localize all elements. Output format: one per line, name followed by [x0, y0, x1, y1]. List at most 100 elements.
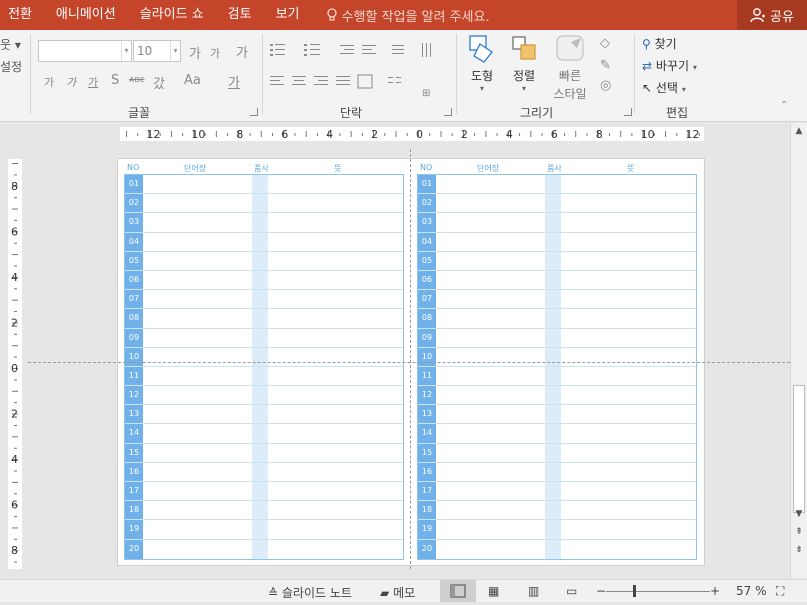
- row-number: 09: [418, 328, 436, 347]
- comments-button[interactable]: ▰ 메모: [380, 584, 415, 601]
- share-button[interactable]: 공유: [737, 0, 807, 30]
- underline-button[interactable]: 가: [88, 74, 98, 90]
- shrink-font-button[interactable]: 가: [210, 45, 220, 61]
- scroll-up-arrow-icon[interactable]: ▲: [791, 124, 807, 138]
- previous-slide-icon[interactable]: ⇞: [791, 525, 807, 539]
- ruler-tick: [361, 133, 363, 136]
- ruler-tick: [541, 133, 543, 136]
- tell-me-box[interactable]: 수행할 작업을 알려 주세요.: [312, 6, 490, 25]
- reading-view-icon[interactable]: ▥: [528, 584, 539, 598]
- tab-slideshow[interactable]: 슬라이드 쇼: [128, 0, 216, 30]
- vertical-scrollbar[interactable]: ▲ ▼ ⇞ ⇟: [790, 123, 807, 579]
- column-header-meaning: 뜻: [627, 164, 635, 173]
- row-number: 05: [125, 251, 143, 270]
- clear-format-button[interactable]: 가: [236, 42, 248, 61]
- shape-fill-icon[interactable]: ◇: [600, 36, 610, 51]
- row-number: 01: [125, 175, 143, 194]
- quick-styles-label-2: 스타일: [553, 87, 587, 101]
- zoom-slider-thumb[interactable]: [633, 585, 636, 597]
- table-row: 03: [125, 213, 403, 233]
- replace-button[interactable]: ⇄ 바꾸기 ▾: [642, 57, 697, 74]
- ruler-label: 2: [11, 316, 18, 329]
- font-size-combo[interactable]: 10 ▾: [133, 40, 181, 62]
- slide-sorter-view-icon[interactable]: ▦: [488, 584, 499, 598]
- chevron-down-icon[interactable]: ▾: [121, 41, 131, 61]
- ruler-label: 4: [506, 128, 513, 141]
- table-row: 18: [125, 501, 403, 521]
- paragraph-dialog-launcher-icon[interactable]: [444, 108, 452, 116]
- table-row: 09: [125, 328, 403, 348]
- next-slide-icon[interactable]: ⇟: [791, 543, 807, 557]
- row-number: 08: [125, 309, 143, 328]
- ruler-tick: [14, 516, 17, 518]
- ribbon-tab-bar: 전환 애니메이션 슬라이드 쇼 검토 보기 수행할 작업을 알려 주세요. 공유: [0, 0, 807, 30]
- pos-cell: [252, 175, 268, 194]
- layout-button[interactable]: 웃 ▾: [0, 36, 21, 53]
- drawing-dialog-launcher-icon[interactable]: [624, 108, 632, 116]
- row-number: 08: [418, 309, 436, 328]
- tab-transitions[interactable]: 전환: [0, 0, 44, 30]
- zoom-in-button[interactable]: +: [710, 584, 720, 598]
- bold-button[interactable]: 가: [44, 74, 54, 90]
- ruler-tick: [227, 133, 229, 136]
- zoom-out-button[interactable]: −: [596, 584, 606, 598]
- scroll-thumb[interactable]: [793, 385, 805, 513]
- char-spacing-button[interactable]: 갔: [153, 73, 165, 92]
- shapes-button[interactable]: 도형 ▾: [464, 34, 500, 93]
- scroll-down-arrow-icon[interactable]: ▼: [791, 507, 807, 521]
- row-number: 04: [125, 232, 143, 251]
- tab-animations[interactable]: 애니메이션: [44, 0, 128, 30]
- font-color-button[interactable]: 가: [228, 72, 240, 91]
- find-button[interactable]: ⚲ 찾기: [642, 35, 677, 52]
- pos-cell: [545, 539, 561, 559]
- strikethrough-button[interactable]: ᴀʙᴄ: [129, 75, 145, 85]
- table-row: 02: [418, 194, 696, 214]
- list-buttons-icon[interactable]: [270, 42, 450, 58]
- change-case-button[interactable]: Aa: [184, 73, 201, 88]
- pos-cell: [252, 366, 268, 386]
- zoom-slider-track[interactable]: [606, 591, 710, 592]
- replace-label: 바꾸기: [655, 59, 690, 73]
- ruler-tick: [12, 481, 18, 483]
- notes-icon: ≙: [268, 586, 279, 600]
- slideshow-view-icon[interactable]: ▭: [566, 584, 577, 598]
- quick-styles-button[interactable]: 빠른 스타일: [546, 34, 594, 102]
- pos-cell: [252, 520, 268, 539]
- arrange-button[interactable]: 정렬 ▾: [506, 34, 542, 93]
- reset-button[interactable]: 설정: [0, 58, 22, 75]
- table-row: 11: [125, 366, 403, 387]
- collapse-ribbon-icon[interactable]: ⌃: [780, 100, 788, 111]
- grow-font-button[interactable]: 가: [189, 43, 201, 62]
- font-dialog-launcher-icon[interactable]: [250, 108, 258, 116]
- ruler-tick: [14, 470, 17, 472]
- tab-review[interactable]: 검토: [216, 0, 264, 30]
- group-separator: [262, 34, 263, 114]
- table-row: 12: [125, 386, 403, 406]
- column-header-word: 단어장: [184, 164, 207, 173]
- fit-to-window-icon[interactable]: ⛶: [776, 584, 784, 599]
- shadow-button[interactable]: S: [111, 73, 119, 88]
- horizontal-guide[interactable]: [28, 362, 790, 363]
- ruler-label: 0: [11, 362, 18, 375]
- notes-button[interactable]: ≙ 슬라이드 노트: [268, 584, 352, 601]
- chevron-down-icon[interactable]: ▾: [170, 41, 180, 61]
- slide-workspace: 12 10 8 6 4 2 0 2 4 6 8 10 12 864202468 NO 단어장 품사 뜻 01 02…: [0, 123, 790, 579]
- vertical-guide[interactable]: [410, 149, 411, 569]
- select-button[interactable]: ↖ 선택 ▾: [642, 79, 686, 96]
- ruler-tick: [14, 242, 17, 244]
- select-label: 선택: [655, 81, 678, 95]
- row-number: 16: [418, 462, 436, 481]
- normal-view-button[interactable]: [440, 580, 476, 602]
- italic-button[interactable]: 가: [66, 74, 76, 90]
- search-icon: ⚲: [642, 37, 651, 51]
- chevron-down-icon: ▾: [681, 85, 686, 94]
- shape-outline-icon[interactable]: ✎: [600, 58, 611, 73]
- font-name-combo[interactable]: ▾: [38, 40, 132, 62]
- tab-view[interactable]: 보기: [264, 0, 312, 30]
- smartart-icon[interactable]: ⊞: [422, 88, 430, 99]
- ruler-tick: [14, 447, 17, 449]
- lightbulb-icon: [326, 8, 337, 21]
- zoom-level[interactable]: 57 %: [736, 584, 767, 598]
- row-number: 07: [125, 290, 143, 309]
- shape-effects-icon[interactable]: ◎: [600, 78, 611, 93]
